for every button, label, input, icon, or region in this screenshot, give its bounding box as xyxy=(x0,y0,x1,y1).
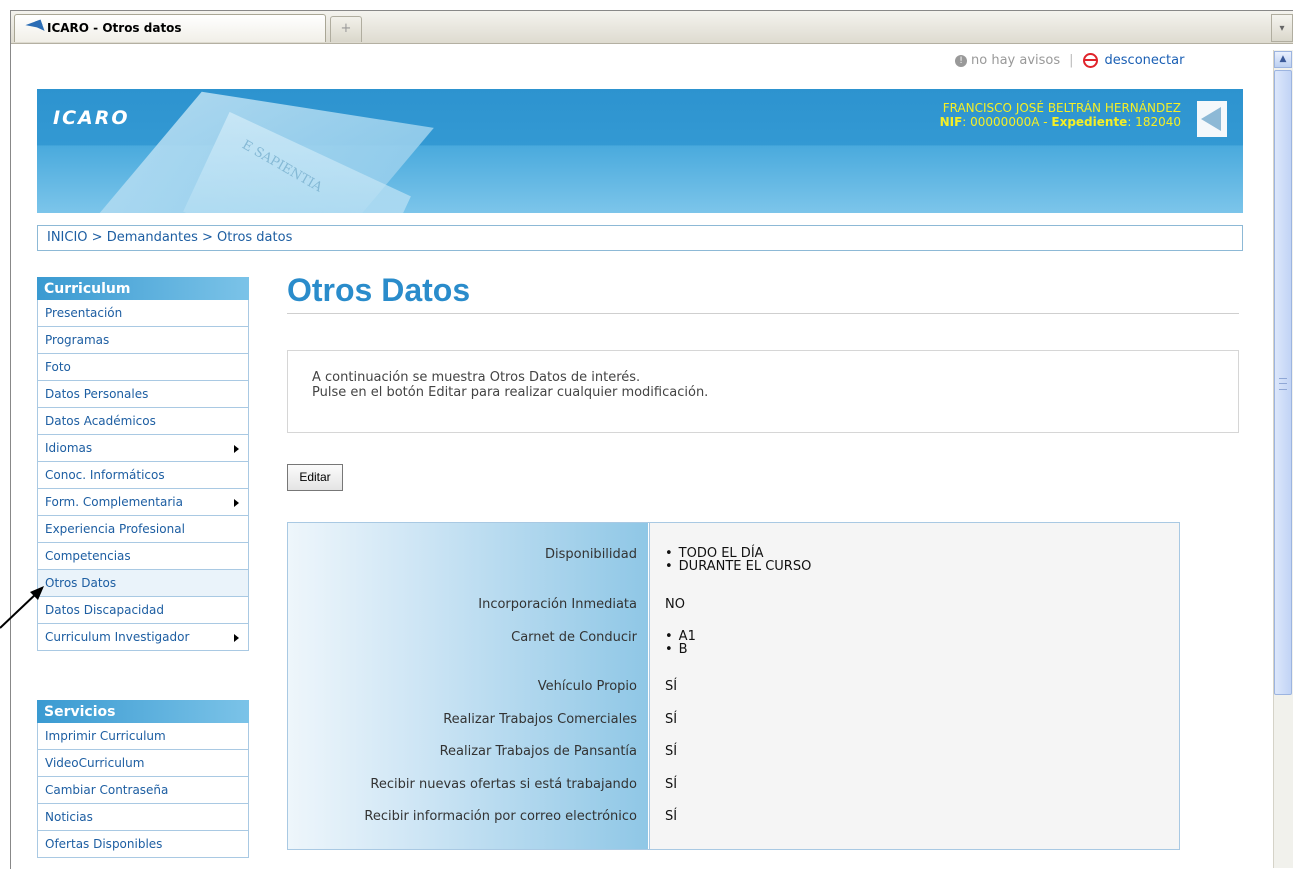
separator: | xyxy=(1069,53,1074,68)
disconnect-icon[interactable] xyxy=(1082,53,1098,68)
expediente-label: Expediente xyxy=(1051,115,1128,129)
submenu-arrow-icon xyxy=(234,445,239,453)
sidebar-item-programas[interactable]: Programas xyxy=(37,327,249,354)
user-name: FRANCISCO JOSÉ BELTRÁN HERNÁNDEZ xyxy=(942,101,1181,115)
edit-button[interactable]: Editar xyxy=(287,464,343,491)
notices-text[interactable]: no hay avisos xyxy=(971,53,1060,68)
sidebar-item-imprimir-curriculum[interactable]: Imprimir Curriculum xyxy=(37,723,249,750)
submenu-arrow-icon xyxy=(234,499,239,507)
sidebar-item-label: Conoc. Informáticos xyxy=(45,468,165,482)
annotation-arrow-icon xyxy=(0,586,44,629)
sidebar-item-foto[interactable]: Foto xyxy=(37,354,249,381)
sidebar-item-label: Experiencia Profesional xyxy=(45,522,185,536)
submenu-arrow-icon xyxy=(234,634,239,642)
scroll-up-arrow-icon[interactable]: ▲ xyxy=(1274,51,1292,68)
field-value: SÍ xyxy=(665,777,678,792)
nif-value: : 00000000A - xyxy=(962,115,1052,129)
user-ids: NIF: 00000000A - Expediente: 182040 xyxy=(940,115,1181,129)
university-emblem-icon xyxy=(1197,101,1227,137)
field-label: Recibir información por correo electróni… xyxy=(364,809,637,824)
sidebar-item-label: Noticias xyxy=(45,810,93,824)
field-value: SÍ xyxy=(665,712,678,727)
scrollbar-grip-icon xyxy=(1279,378,1287,390)
header-banner: E SAPIENTIA ICARO FRANCISCO JOSÉ BELTRÁN… xyxy=(37,89,1243,213)
field-label: Incorporación Inmediata xyxy=(478,597,637,612)
sidebar-item-datos-personales[interactable]: Datos Personales xyxy=(37,381,249,408)
info-icon: ! xyxy=(955,54,967,67)
sidebar-item-label: VideoCurriculum xyxy=(45,756,145,770)
title-divider xyxy=(287,313,1239,314)
new-tab-button[interactable]: + xyxy=(330,16,362,42)
list-item: DURANTE EL CURSO xyxy=(665,560,812,573)
browser-tab[interactable]: ICARO - Otros datos xyxy=(14,14,326,42)
sidebar-item-label: Ofertas Disponibles xyxy=(45,837,163,851)
sidebar-item-otros-datos[interactable]: Otros Datos xyxy=(37,570,249,597)
sidebar-item-curriculum-investigador[interactable]: Curriculum Investigador xyxy=(37,624,249,651)
sidebar-header-servicios: Servicios xyxy=(37,700,249,723)
user-info: FRANCISCO JOSÉ BELTRÁN HERNÁNDEZ NIF: 00… xyxy=(940,101,1181,129)
sidebar-item-idiomas[interactable]: Idiomas xyxy=(37,435,249,462)
sidebar-item-label: Datos Académicos xyxy=(45,414,156,428)
sidebar-item-label: Competencias xyxy=(45,549,131,563)
sidebar-servicios: Servicios Imprimir Curriculum VideoCurric… xyxy=(37,700,249,858)
field-value: NO xyxy=(665,597,685,612)
sidebar-item-label: Curriculum Investigador xyxy=(45,630,190,644)
disconnect-link[interactable]: desconectar xyxy=(1105,53,1185,68)
sidebar-item-form-complementaria[interactable]: Form. Complementaria xyxy=(37,489,249,516)
field-label: Disponibilidad xyxy=(544,547,637,562)
sidebar-item-label: Programas xyxy=(45,333,110,347)
sidebar-item-competencias[interactable]: Competencias xyxy=(37,543,249,570)
sidebar-item-label: Presentación xyxy=(45,306,123,320)
sidebar-item-cambiar-contrase-a[interactable]: Cambiar Contraseña xyxy=(37,777,249,804)
sidebar-item-datos-acad-micos[interactable]: Datos Académicos xyxy=(37,408,249,435)
sidebar-header-curriculum: Curriculum xyxy=(37,277,249,300)
field-label: Realizar Trabajos de Pansantía xyxy=(439,744,637,759)
sidebar-item-label: Cambiar Contraseña xyxy=(45,783,169,797)
expediente-value: : 182040 xyxy=(1127,115,1181,129)
favicon-icon xyxy=(25,19,45,37)
page-title: Otros Datos xyxy=(287,272,471,308)
field-label: Vehículo Propio xyxy=(537,679,637,694)
field-value: SÍ xyxy=(665,744,678,759)
value-list: A1B xyxy=(665,630,696,656)
top-links: ! no hay avisos | desconectar xyxy=(955,53,1184,68)
sidebar-item-label: Datos Personales xyxy=(45,387,149,401)
field-label: Realizar Trabajos Comerciales xyxy=(443,712,637,727)
sidebar-item-label: Foto xyxy=(45,360,71,374)
nif-label: NIF xyxy=(939,115,963,129)
sidebar-item-datos-discapacidad[interactable]: Datos Discapacidad xyxy=(37,597,249,624)
sidebar-item-label: Form. Complementaria xyxy=(45,495,183,509)
sidebar-item-presentaci-n[interactable]: Presentación xyxy=(37,300,249,327)
sidebar-item-conoc-inform-ticos[interactable]: Conoc. Informáticos xyxy=(37,462,249,489)
icaro-logo[interactable]: ICARO xyxy=(53,107,130,129)
sidebar-item-label: Imprimir Curriculum xyxy=(45,729,166,743)
intro-line: Pulse en el botón Editar para realizar c… xyxy=(312,385,709,400)
sidebar-item-videocurriculum[interactable]: VideoCurriculum xyxy=(37,750,249,777)
field-value: SÍ xyxy=(665,809,678,824)
field-label: Carnet de Conducir xyxy=(511,630,637,645)
value-list: TODO EL DÍADURANTE EL CURSO xyxy=(665,547,812,573)
list-item: B xyxy=(665,643,696,656)
field-label: Recibir nuevas ofertas si está trabajand… xyxy=(370,777,637,792)
sidebar-item-noticias[interactable]: Noticias xyxy=(37,804,249,831)
sidebar-curriculum: Curriculum Presentación Programas Foto Dato… xyxy=(37,277,249,651)
breadcrumb[interactable]: INICIO > Demandantes > Otros datos xyxy=(37,225,1243,251)
field-value: SÍ xyxy=(665,679,678,694)
sidebar-item-label: Idiomas xyxy=(45,441,93,455)
tab-list-chevron-icon[interactable]: ▾ xyxy=(1271,14,1293,42)
intro-box: A continuación se muestra Otros Datos de… xyxy=(287,350,1239,433)
sidebar-item-experiencia-profesional[interactable]: Experiencia Profesional xyxy=(37,516,249,543)
tab-title: ICARO - Otros datos xyxy=(47,21,182,35)
field-value: TODO EL DÍADURANTE EL CURSO xyxy=(665,547,812,573)
sidebar-item-ofertas-disponibles[interactable]: Ofertas Disponibles xyxy=(37,831,249,858)
intro-line: A continuación se muestra Otros Datos de… xyxy=(312,370,641,385)
field-value: A1B xyxy=(665,630,696,656)
sidebar-item-label: Datos Discapacidad xyxy=(45,603,164,617)
